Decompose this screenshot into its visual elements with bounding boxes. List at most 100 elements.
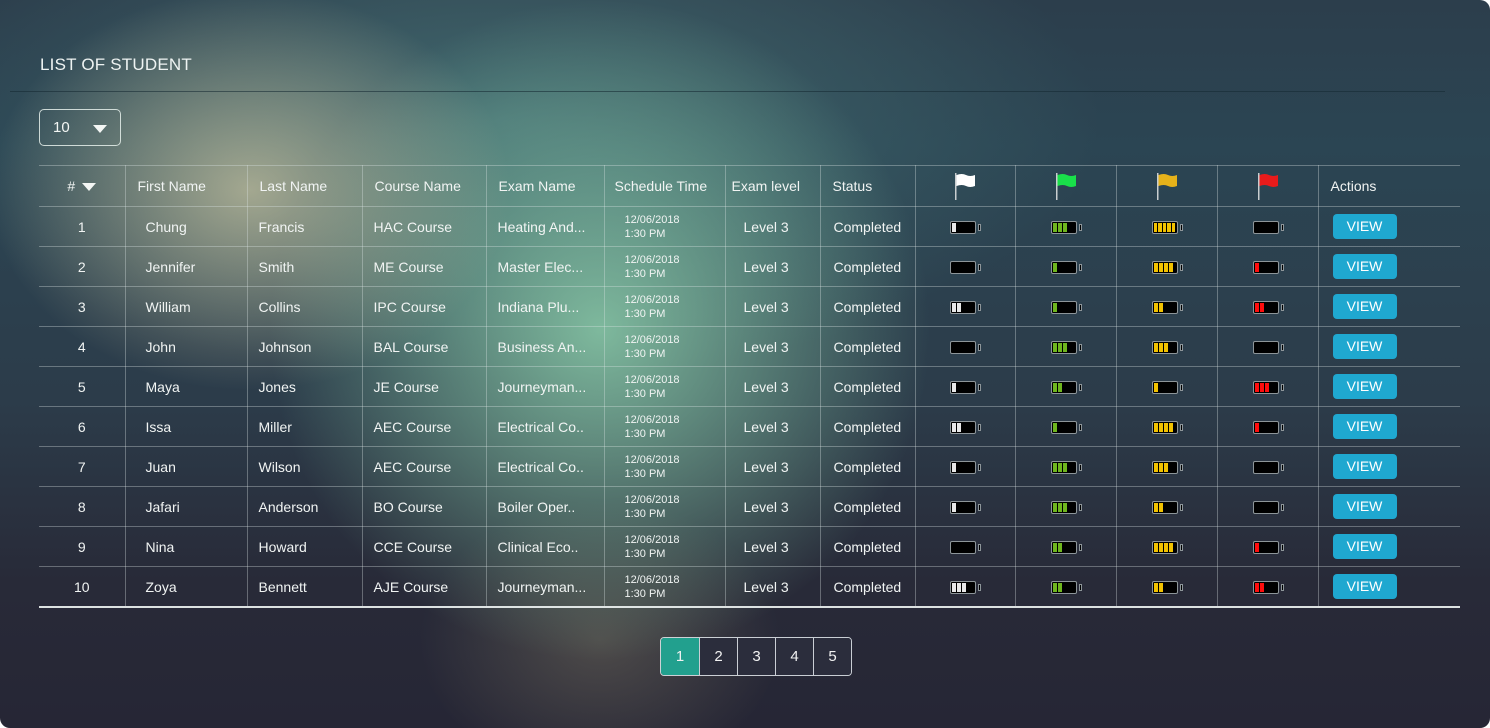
view-button[interactable]: VIEW xyxy=(1332,254,1397,279)
green-flag-cell xyxy=(1014,526,1117,567)
actions-cell: VIEW xyxy=(1317,566,1460,608)
view-button[interactable]: VIEW xyxy=(1332,414,1397,439)
first-name-cell: Juan xyxy=(124,446,248,487)
view-button[interactable]: VIEW xyxy=(1332,574,1397,599)
page-button-3[interactable]: 3 xyxy=(737,638,775,675)
green-battery-icon xyxy=(1050,301,1082,315)
column-header-exam-level[interactable]: Exam level xyxy=(724,165,821,207)
column-header-red-flag[interactable] xyxy=(1216,165,1319,207)
white-flag-cell xyxy=(914,206,1016,247)
green-battery-icon xyxy=(1050,221,1082,235)
exam-name-cell: Business An... xyxy=(485,326,605,367)
battery-segment xyxy=(1057,343,1062,353)
column-header-green-flag[interactable] xyxy=(1014,165,1117,207)
column-header-white-flag[interactable] xyxy=(914,165,1016,207)
actions-cell: VIEW xyxy=(1317,486,1460,527)
yellow-battery-icon xyxy=(1151,541,1183,555)
page-size-value: 10 xyxy=(53,119,70,136)
title-divider xyxy=(10,91,1445,92)
view-button[interactable]: VIEW xyxy=(1332,334,1397,359)
yellow-flag-cell xyxy=(1115,566,1218,608)
battery-segment xyxy=(1254,423,1259,433)
green-flag-cell xyxy=(1014,446,1117,487)
column-header-status[interactable]: Status xyxy=(819,165,916,207)
schedule-time: 1:30 PM xyxy=(624,387,666,400)
view-button[interactable]: VIEW xyxy=(1332,454,1397,479)
page-button-5[interactable]: 5 xyxy=(813,638,851,675)
exam-level-cell: Level 3 xyxy=(724,326,821,367)
page-size-select[interactable]: 10 xyxy=(39,109,121,146)
battery-segment xyxy=(952,423,956,433)
yellow-flag-cell xyxy=(1115,206,1218,247)
column-header-schedule-time[interactable]: Schedule Time xyxy=(603,165,726,207)
yellow-battery-icon xyxy=(1151,221,1183,235)
green-flag-cell xyxy=(1014,286,1117,327)
battery-segment xyxy=(1052,463,1057,473)
battery-segment xyxy=(952,223,956,233)
page-button-1[interactable]: 1 xyxy=(661,638,699,675)
red-battery-icon xyxy=(1252,381,1284,395)
schedule-date: 12/06/2018 xyxy=(624,373,680,386)
column-header-first-name[interactable]: First Name xyxy=(124,165,248,207)
view-button[interactable]: VIEW xyxy=(1332,494,1397,519)
table-row: 2 Jennifer Smith ME Course Master Elec... 12/… xyxy=(39,246,1460,287)
schedule-time: 1:30 PM xyxy=(624,227,666,240)
battery-segment xyxy=(957,423,961,433)
column-header-yellow-flag[interactable] xyxy=(1115,165,1218,207)
column-header-course-name[interactable]: Course Name xyxy=(361,165,487,207)
row-number: 1 xyxy=(39,206,126,247)
battery-segment xyxy=(1153,543,1158,553)
schedule-date: 12/06/2018 xyxy=(624,333,680,346)
schedule-date: 12/06/2018 xyxy=(624,493,680,506)
view-button[interactable]: VIEW xyxy=(1332,374,1397,399)
page-button-2[interactable]: 2 xyxy=(699,638,737,675)
row-number: 9 xyxy=(39,526,126,567)
yellow-flag-icon xyxy=(1156,173,1177,200)
white-flag-cell xyxy=(914,366,1016,407)
battery-segment xyxy=(1052,383,1057,393)
course-name-cell: HAC Course xyxy=(361,206,487,247)
yellow-flag-cell xyxy=(1115,446,1218,487)
page-button-4[interactable]: 4 xyxy=(775,638,813,675)
battery-segment xyxy=(1153,303,1158,313)
view-button[interactable]: VIEW xyxy=(1332,214,1397,239)
column-header-last-name[interactable]: Last Name xyxy=(246,165,363,207)
schedule-time-cell: 12/06/2018 1:30 PM xyxy=(603,406,726,447)
yellow-flag-cell xyxy=(1115,486,1218,527)
white-battery-icon xyxy=(950,581,981,595)
schedule-date: 12/06/2018 xyxy=(624,413,680,426)
row-number: 10 xyxy=(39,566,126,608)
white-flag-cell xyxy=(914,246,1016,287)
first-name-cell: Jafari xyxy=(124,486,248,527)
battery-segment xyxy=(1163,263,1168,273)
white-battery-icon xyxy=(950,381,981,395)
white-flag-cell xyxy=(914,326,1016,367)
green-battery-icon xyxy=(1050,341,1082,355)
green-battery-icon xyxy=(1050,581,1082,595)
battery-segment xyxy=(1052,503,1057,513)
status-cell: Completed xyxy=(819,366,916,407)
column-header-actions: Actions xyxy=(1317,165,1460,207)
status-cell: Completed xyxy=(819,246,916,287)
battery-segment xyxy=(1254,583,1259,593)
battery-segment xyxy=(1052,583,1057,593)
column-header-exam-name[interactable]: Exam Name xyxy=(485,165,605,207)
red-flag-cell xyxy=(1216,206,1319,247)
battery-segment xyxy=(1153,383,1158,393)
table-row: 10 Zoya Bennett AJE Course Journeyman... 12/0… xyxy=(39,566,1460,608)
yellow-flag-cell xyxy=(1115,246,1218,287)
green-battery-icon xyxy=(1050,381,1082,395)
schedule-date: 12/06/2018 xyxy=(624,533,680,546)
student-list-panel: LIST OF STUDENT 10 # First Name Last Nam… xyxy=(0,0,1490,728)
battery-segment xyxy=(1062,343,1067,353)
battery-segment xyxy=(1158,583,1163,593)
white-flag-cell xyxy=(914,286,1016,327)
view-button[interactable]: VIEW xyxy=(1332,534,1397,559)
white-battery-icon xyxy=(950,541,981,555)
course-name-cell: JE Course xyxy=(361,366,487,407)
view-button[interactable]: VIEW xyxy=(1332,294,1397,319)
red-flag-cell xyxy=(1216,446,1319,487)
column-header-number[interactable]: # xyxy=(39,165,126,207)
schedule-time: 1:30 PM xyxy=(624,587,666,600)
actions-cell: VIEW xyxy=(1317,286,1460,327)
